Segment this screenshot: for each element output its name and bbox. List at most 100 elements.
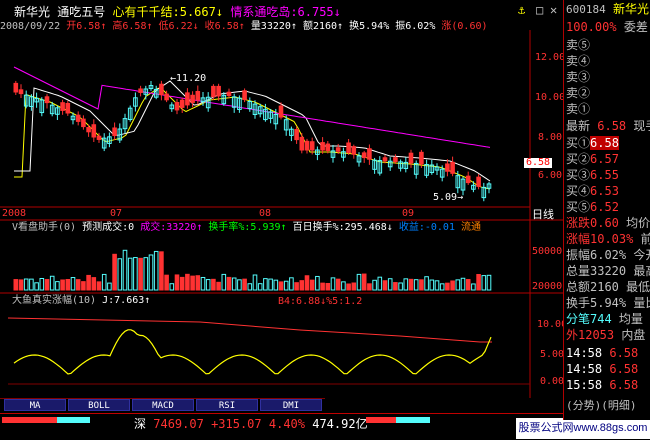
- stat-row-1: 涨跌0.60 均价: [566, 216, 650, 231]
- bid-row-2: 买②6.57: [566, 152, 619, 167]
- volume-bar: [86, 274, 91, 291]
- volume-bar: [304, 275, 310, 291]
- volume-bar: [138, 257, 143, 291]
- detail-tabs-label[interactable]: (分势)(明细): [566, 398, 637, 413]
- candle-body: [174, 102, 180, 111]
- status-bar-fall-meter-2: [396, 417, 430, 423]
- stat-label-7: 分笔744: [566, 312, 612, 326]
- volume-bar: [96, 281, 102, 291]
- x-label-07: 07: [110, 208, 123, 219]
- spot-label: 现手: [633, 119, 650, 133]
- quote-commission-label: 委差: [623, 20, 648, 34]
- vol-y-tick-50000: 50000: [532, 246, 563, 257]
- candle-body: [304, 140, 310, 151]
- volume-bar: [164, 274, 169, 291]
- quote-header: 600184 新华光: [566, 2, 649, 17]
- volume-bar: [18, 279, 24, 291]
- anchor-icon[interactable]: ⚓: [518, 4, 525, 16]
- candle-body: [75, 114, 81, 122]
- volume-turnover-rate: 换手率%:5.939↑: [208, 222, 287, 233]
- indicator-value-a: 心有千千结:5.667↓: [112, 5, 224, 19]
- bid-value-5: 6.52: [590, 200, 619, 214]
- volume-bar: [174, 274, 180, 291]
- candle-body: [382, 157, 388, 162]
- period-daily-label[interactable]: 日线: [532, 209, 554, 220]
- status-index-amount: 474.92亿: [312, 417, 368, 431]
- candle-body: [226, 91, 232, 97]
- candle-body: [351, 146, 357, 155]
- volume-panel-header: V看盘助手(0) 预测成交:0 成交:33220↑ 换手率%:5.939↑ 百日…: [12, 223, 481, 233]
- tab-dmi[interactable]: DMI: [260, 399, 322, 411]
- status-bar-fall-meter: [57, 417, 90, 423]
- volume-bar: [60, 279, 65, 291]
- candle-body: [65, 102, 71, 114]
- ind-y-tick-0: 0.00: [540, 376, 565, 387]
- vol-y-tick-20000: 20000: [532, 281, 563, 292]
- tick-time-2: 14:58: [566, 362, 603, 376]
- candle-body: [393, 157, 398, 163]
- stat-extra-1: 均价: [626, 216, 650, 230]
- candle-body: [346, 142, 351, 154]
- indicator-panel-header: 大鱼真实涨幅(10) J:7.663↑: [12, 296, 150, 306]
- stat-label-8: 外12053: [566, 328, 615, 342]
- volume-bar: [445, 282, 450, 291]
- tick-row-1: 14:58 6.58: [566, 346, 638, 361]
- status-market: 深: [134, 417, 147, 431]
- volume-bar: [190, 275, 195, 291]
- header-line-2: 2008/09/22 开6.58↑ 高6.58↑ 低6.22↓ 收6.58↑ 量…: [0, 22, 488, 32]
- volume-bar: [44, 279, 50, 291]
- tick-price-1: 6.58: [609, 346, 639, 360]
- stat-label-1: 涨跌0.60: [566, 216, 619, 230]
- volume-bar: [81, 281, 86, 291]
- stat-row-5: 总额2160 最低: [566, 280, 650, 295]
- last-price-row: 最新 6.58 现手: [566, 119, 650, 134]
- volume-bar: [242, 278, 247, 291]
- bid-value-4: 6.53: [590, 184, 619, 198]
- stat-extra-2: 前收: [641, 232, 650, 246]
- status-bar-rise-meter: [2, 417, 57, 423]
- volume-panel-label[interactable]: V看盘助手(0): [12, 222, 76, 233]
- volume-bar: [299, 280, 305, 291]
- y-tick-8: 8.00: [538, 132, 563, 143]
- close-icon[interactable]: ✕: [550, 4, 557, 16]
- bid-label-4: 买④: [566, 184, 591, 198]
- indicator-value-b: 情系通吃岛:6.755↓: [230, 5, 341, 19]
- stat-row-2: 涨幅10.03% 前收: [566, 232, 650, 247]
- tick-row-2: 14:58 6.58: [566, 362, 638, 377]
- indicator-tab-bar: MA BOLL MACD RSI DMI: [0, 398, 325, 411]
- status-index-change: +315.07: [211, 417, 262, 431]
- tick-time-1: 14:58: [566, 346, 603, 360]
- candle-body: [195, 90, 201, 101]
- volume-bar: [408, 278, 414, 291]
- bid-label-1: 买①: [566, 136, 591, 150]
- max-price-label: ←11.20: [170, 73, 207, 84]
- indicator-panel-label[interactable]: 大鱼真实涨幅(10): [12, 295, 96, 306]
- stat-extra-5: 最低: [626, 280, 650, 294]
- date-label: 2008/09/22: [0, 21, 61, 32]
- x-label-08: 08: [259, 208, 272, 219]
- bid-row-1: 买①6.58: [566, 136, 619, 151]
- square-icon[interactable]: □: [536, 4, 543, 16]
- site-logo-text: 股票公式网www.88gs.com: [516, 418, 650, 439]
- tab-rsi[interactable]: RSI: [196, 399, 258, 411]
- quote-commission-row: 100.00% 委差: [566, 20, 648, 35]
- indicator-name: 通吃五号: [57, 5, 106, 19]
- quote-name: 新华光: [612, 2, 649, 16]
- candle-body: [367, 148, 372, 160]
- candle-body: [216, 85, 221, 97]
- tab-boll[interactable]: BOLL: [68, 399, 130, 411]
- volume-flow: 流通: [461, 222, 481, 233]
- change-label: 涨(0.60): [441, 21, 488, 32]
- candle-body: [450, 161, 455, 174]
- stat-extra-6: 量比: [633, 296, 650, 310]
- tab-ma[interactable]: MA: [4, 399, 66, 411]
- ask-row-3: 卖③: [566, 70, 591, 84]
- low-label: 低6.22↓: [158, 21, 199, 32]
- x-label-2008: 2008: [2, 208, 27, 219]
- last-price-value: 6.58: [597, 119, 627, 133]
- tab-macd[interactable]: MACD: [132, 399, 194, 411]
- candle-body: [60, 102, 65, 111]
- volume-bar: [159, 251, 164, 291]
- stat-row-6: 换手5.94% 量比: [566, 296, 650, 311]
- main-chart-area[interactable]: [0, 0, 563, 413]
